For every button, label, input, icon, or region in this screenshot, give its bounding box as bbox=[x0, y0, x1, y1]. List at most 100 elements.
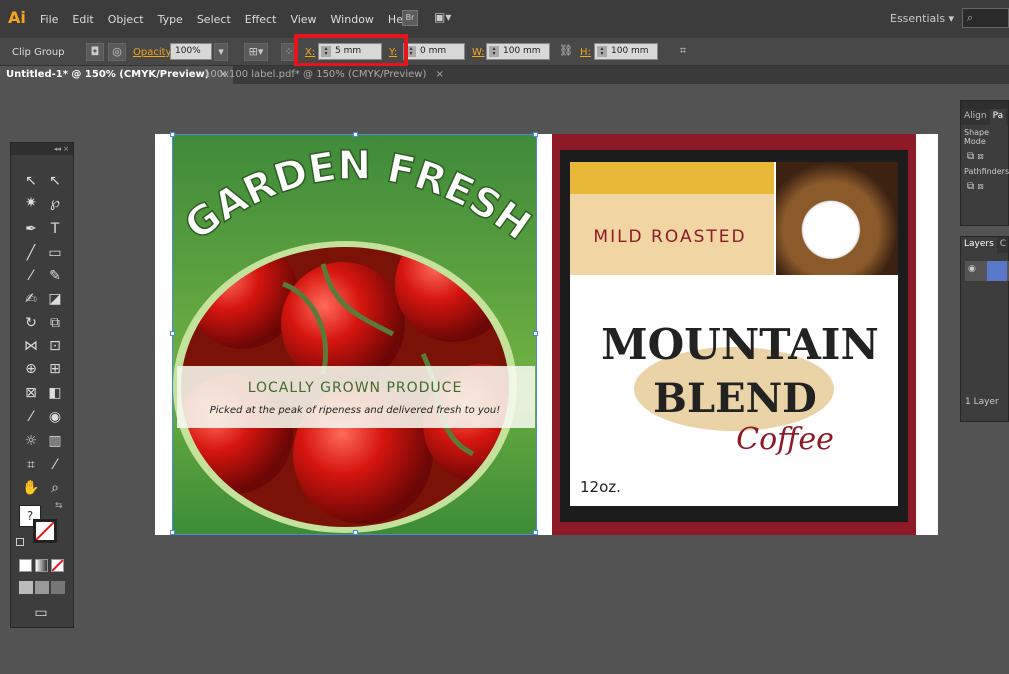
menu-window[interactable]: Window bbox=[331, 13, 374, 26]
default-fill-stroke-icon[interactable] bbox=[16, 538, 24, 546]
mountain-blend-artwork: MILD ROASTED MOUNTAIN BLEND Coffee 12oz. bbox=[580, 227, 879, 496]
menu-type[interactable]: Type bbox=[158, 13, 183, 26]
artboard[interactable]: GARDEN FRESH LOCALLY GROWN PRODUCE Picke… bbox=[155, 134, 938, 535]
layers-tabs: Layers C bbox=[961, 237, 1008, 253]
bridge-button[interactable]: Br bbox=[402, 10, 418, 26]
opacity-label[interactable]: Opacity: bbox=[133, 47, 174, 58]
none-icon bbox=[35, 521, 55, 541]
panel-header bbox=[961, 101, 1008, 109]
eyedropper-tool-icon[interactable]: ⁄ bbox=[21, 407, 41, 427]
layer-row[interactable]: ◉ bbox=[965, 261, 1009, 281]
illustrator-window: Ai File Edit Object Type Select Effect V… bbox=[0, 0, 1009, 674]
stroke-swatch[interactable] bbox=[33, 519, 57, 543]
tab-color[interactable]: C bbox=[997, 237, 1009, 253]
close-icon[interactable]: × bbox=[436, 69, 444, 80]
pencil-tool-icon[interactable]: ✎ bbox=[45, 266, 65, 286]
edit-contents-icon[interactable]: ◎ bbox=[108, 43, 126, 61]
search-icon: ⌕ bbox=[967, 11, 974, 24]
mountain-blend-label[interactable]: MILD ROASTED MOUNTAIN BLEND Coffee 12oz. bbox=[552, 134, 916, 535]
line-tool-icon[interactable]: ╱ bbox=[21, 243, 41, 263]
draw-normal-icon[interactable] bbox=[19, 581, 33, 594]
slice-tool-icon[interactable]: ⁄ bbox=[45, 455, 65, 475]
tab-align[interactable]: Align bbox=[961, 109, 990, 125]
layer-count: 1 Layer bbox=[965, 397, 999, 407]
width-field[interactable]: ▴ ▾ 100 mm bbox=[486, 43, 550, 60]
w-stepper-icon[interactable]: ▴ ▾ bbox=[489, 46, 499, 57]
pathfinder-icons[interactable]: ⧉ ⧈ bbox=[961, 179, 1008, 194]
rectangle-tool-icon[interactable]: ▭ bbox=[45, 243, 65, 263]
free-transform-tool-icon[interactable]: ⊡ bbox=[45, 336, 65, 356]
selection-tool-icon[interactable]: ↖ bbox=[21, 171, 41, 191]
menu-select[interactable]: Select bbox=[197, 13, 231, 26]
workspace-switcher[interactable]: Essentials ▾ bbox=[890, 12, 954, 25]
pen-tool-icon[interactable]: ✒ bbox=[21, 219, 41, 239]
edit-clip-path-icon[interactable]: ◘ bbox=[86, 43, 104, 61]
arrange-documents-icon[interactable]: ▣▾ bbox=[434, 10, 458, 26]
none-slash-icon bbox=[51, 559, 64, 572]
tab-100x100-label[interactable]: 100x100 label.pdf* @ 150% (CMYK/Preview)… bbox=[198, 66, 450, 84]
menu-object[interactable]: Object bbox=[108, 13, 144, 26]
opacity-field[interactable]: 100% bbox=[170, 43, 212, 60]
panel-tabs: Align Pa bbox=[961, 109, 1008, 125]
zoom-tool-icon[interactable]: ⌕ bbox=[45, 478, 65, 498]
artboard-tool-icon[interactable]: ⌗ bbox=[21, 455, 41, 475]
menu-view[interactable]: View bbox=[290, 13, 316, 26]
transform-icon[interactable]: ⌗ bbox=[674, 43, 692, 61]
draw-inside-icon[interactable] bbox=[51, 581, 65, 594]
shape-builder-tool-icon[interactable]: ⊕ bbox=[21, 359, 41, 379]
blob-brush-tool-icon[interactable]: ✍ bbox=[21, 289, 41, 309]
draw-behind-icon[interactable] bbox=[35, 581, 49, 594]
h-stepper-icon[interactable]: ▴ ▾ bbox=[597, 46, 607, 57]
layer-color-chip bbox=[987, 261, 1007, 281]
menu-bar: Ai File Edit Object Type Select Effect V… bbox=[0, 0, 1009, 38]
app-logo: Ai bbox=[8, 8, 26, 27]
h-label: H: bbox=[580, 47, 591, 58]
gradient-mode-icon[interactable] bbox=[35, 559, 48, 572]
tab-layers[interactable]: Layers bbox=[961, 237, 997, 253]
screen-mode-icon[interactable]: ▭ bbox=[31, 603, 51, 623]
menu-effect[interactable]: Effect bbox=[245, 13, 277, 26]
blend-tool-icon[interactable]: ◉ bbox=[45, 407, 65, 427]
eraser-tool-icon[interactable]: ◪ bbox=[45, 289, 65, 309]
perspective-grid-tool-icon[interactable]: ⊞ bbox=[45, 359, 65, 379]
scale-tool-icon[interactable]: ⧉ bbox=[45, 313, 65, 333]
menu-file[interactable]: File bbox=[40, 13, 58, 26]
opacity-dropdown-icon[interactable]: ▾ bbox=[214, 43, 228, 61]
band-title: LOCALLY GROWN PRODUCE bbox=[248, 380, 463, 396]
tab-pathfinder[interactable]: Pa bbox=[989, 109, 1007, 125]
search-input[interactable]: ⌕ bbox=[962, 8, 1009, 28]
rotate-tool-icon[interactable]: ↻ bbox=[21, 313, 41, 333]
lasso-tool-icon[interactable]: ℘ bbox=[45, 193, 65, 213]
tools-panel-header[interactable]: ◂◂ × bbox=[11, 143, 73, 155]
color-mode-icon[interactable] bbox=[19, 559, 32, 572]
w-value: 100 mm bbox=[503, 46, 541, 56]
type-tool-icon[interactable]: T bbox=[45, 219, 65, 239]
recolor-icon[interactable]: ⊞▾ bbox=[244, 43, 268, 61]
menu-edit[interactable]: Edit bbox=[72, 13, 93, 26]
selection-type-label: Clip Group bbox=[12, 47, 65, 58]
gradient-tool-icon[interactable]: ◧ bbox=[45, 383, 65, 403]
shape-mode-icons[interactable]: ⧉ ⧈ bbox=[961, 149, 1008, 164]
graph-tool-icon[interactable]: ▥ bbox=[45, 431, 65, 451]
tools-panel: ◂◂ × ↖ ↖ ✷ ℘ ✒ T ╱ ▭ ⁄ ✎ ✍ ◪ ↻ ⧉ ⋈ ⊡ ⊕ ⊞… bbox=[10, 142, 74, 628]
garden-fresh-artwork: GARDEN FRESH LOCALLY GROWN PRODUCE Picke… bbox=[173, 142, 537, 533]
hand-tool-icon[interactable]: ✋ bbox=[21, 478, 41, 498]
size-text: 12oz. bbox=[580, 478, 621, 496]
width-tool-icon[interactable]: ⋈ bbox=[21, 336, 41, 356]
document-tabs: Untitled-1* @ 150% (CMYK/Preview) × 100x… bbox=[0, 66, 1009, 84]
y-position-field[interactable]: ▴ ▾ 0 mm bbox=[403, 43, 465, 60]
magic-wand-tool-icon[interactable]: ✷ bbox=[21, 193, 41, 213]
visibility-eye-icon[interactable]: ◉ bbox=[968, 264, 976, 274]
symbol-sprayer-tool-icon[interactable]: ☼ bbox=[21, 431, 41, 451]
none-mode-icon[interactable] bbox=[51, 559, 64, 572]
constrain-proportions-icon[interactable]: ⛓ bbox=[557, 43, 575, 61]
w-label: W: bbox=[472, 47, 485, 58]
paintbrush-tool-icon[interactable]: ⁄ bbox=[21, 266, 41, 286]
garden-fresh-label[interactable]: GARDEN FRESH LOCALLY GROWN PRODUCE Picke… bbox=[173, 134, 537, 535]
swap-fill-stroke-icon[interactable]: ⇆ bbox=[55, 501, 63, 511]
layers-panel: Layers C ◉ 1 Layer bbox=[960, 236, 1009, 422]
direct-selection-tool-icon[interactable]: ↖ bbox=[45, 171, 65, 191]
mesh-tool-icon[interactable]: ⊠ bbox=[21, 383, 41, 403]
brand-line-3: Coffee bbox=[736, 422, 834, 457]
height-field[interactable]: ▴ ▾ 100 mm bbox=[594, 43, 658, 60]
